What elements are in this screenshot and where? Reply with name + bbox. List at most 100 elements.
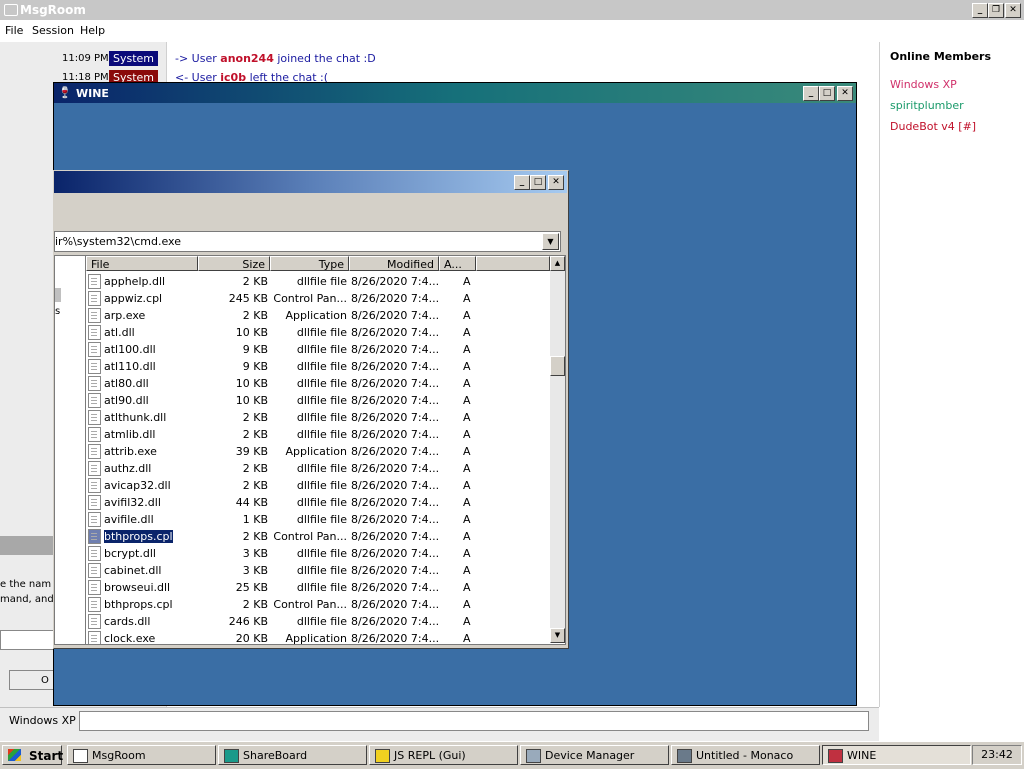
file-row[interactable]: apphelp.dll 2 KB dllfile file 8/26/2020 7:4… [86,273,550,290]
file-modified: 8/26/2020 7:4... [351,598,440,611]
file-modified: 8/26/2020 7:4... [351,547,440,560]
file-row[interactable]: avicap32.dll 2 KB dllfile file 8/26/2020 7:… [86,477,550,494]
members-header: Online Members [890,50,992,63]
file-list[interactable]: File Size Type Modified A... apphelp.dll… [85,255,566,645]
file-row[interactable]: browseui.dll 25 KB dllfile file 8/26/2020 7… [86,579,550,596]
file-modified: 8/26/2020 7:4... [351,564,440,577]
minimize-button[interactable]: _ [972,3,988,18]
start-button[interactable]: Start [2,745,63,765]
file-modified: 8/26/2020 7:4... [351,530,440,543]
system-tag: System [109,51,159,66]
file-name: avicap32.dll [104,479,171,492]
dialog-input[interactable] [0,630,56,650]
taskbar-button[interactable]: JS REPL (Gui) [369,745,518,765]
file-size: 9 KB [242,360,268,373]
member-item[interactable]: Windows XP [890,78,957,91]
taskbar-button[interactable]: Device Manager [520,745,669,765]
file-row[interactable]: cabinet.dll 3 KB dllfile file 8/26/2020 7:4… [86,562,550,579]
file-row[interactable]: atl.dll 10 KB dllfile file 8/26/2020 7:4...… [86,324,550,341]
file-icon [88,427,101,442]
restore-button[interactable]: ❐ [988,3,1004,18]
ok-button[interactable]: O [9,670,54,690]
file-type: Control Pan... [273,292,347,305]
file-row[interactable]: authz.dll 2 KB dllfile file 8/26/2020 7:4..… [86,460,550,477]
wine-maximize-button[interactable]: □ [819,86,835,101]
dialog-text: mand, and [0,594,54,605]
file-type: Application [285,309,347,322]
file-attr: A [463,326,471,339]
dialog-title-bar[interactable] [0,536,54,555]
file-attr: A [463,547,471,560]
file-modified: 8/26/2020 7:4... [351,445,440,458]
dialog-maximize-button[interactable]: □ [530,175,546,190]
column-type[interactable]: Type [270,256,349,271]
file-size: 10 KB [235,377,268,390]
file-name: clock.exe [104,632,156,645]
scroll-thumb[interactable] [550,356,565,376]
chat-username[interactable]: anon244 [220,52,274,65]
column-blank [476,256,550,271]
message-input[interactable] [79,711,869,731]
taskbar-button[interactable]: Untitled - Monaco [671,745,820,765]
file-row[interactable]: atl110.dll 9 KB dllfile file 8/26/2020 7:4.… [86,358,550,375]
file-icon [88,393,101,408]
file-size: 3 KB [242,547,268,560]
menu-bar: File Session Help [0,20,1024,43]
menu-help[interactable]: Help [80,24,105,37]
file-row[interactable]: atlthunk.dll 2 KB dllfile file 8/26/2020 7:… [86,409,550,426]
dialog-minimize-button[interactable]: _ [514,175,530,190]
column-modified[interactable]: Modified [349,256,439,271]
wine-minimize-button[interactable]: _ [803,86,819,101]
menu-session[interactable]: Session [32,24,74,37]
file-type: dllfile file [296,547,347,560]
dialog-title-bar[interactable]: _ □ ✕ [54,171,567,193]
file-row[interactable]: atl100.dll 9 KB dllfile file 8/26/2020 7:4.… [86,341,550,358]
file-row[interactable]: atl80.dll 10 KB dllfile file 8/26/2020 7:4.… [86,375,550,392]
msgroom-title-bar[interactable]: MsgRoom _ ❐ ✕ [0,0,1024,20]
path-combobox[interactable]: ir%\system32\cmd.exe ▼ [54,231,561,252]
file-row[interactable]: atmlib.dll 2 KB dllfile file 8/26/2020 7:4.… [86,426,550,443]
member-item[interactable]: DudeBot v4 [#] [890,120,976,133]
file-attr: A [463,445,471,458]
file-row[interactable]: bthprops.cpl 2 KB Control Pan... 8/26/2020 … [86,528,550,545]
wine-title-bar[interactable]: 🍷 WINE _ □ ✕ [54,83,856,103]
file-row[interactable]: cards.dll 246 KB dllfile file 8/26/2020 7:4… [86,613,550,630]
file-row[interactable]: bcrypt.dll 3 KB dllfile file 8/26/2020 7:4.… [86,545,550,562]
file-row[interactable]: arp.exe 2 KB Application 8/26/2020 7:4... A [86,307,550,324]
file-attr: A [463,632,471,645]
close-button[interactable]: ✕ [1005,3,1021,18]
file-row[interactable]: attrib.exe 39 KB Application 8/26/2020 7:4.… [86,443,550,460]
dialog-close-button[interactable]: ✕ [548,175,564,190]
file-row[interactable]: appwiz.cpl 245 KB Control Pan... 8/26/2020 … [86,290,550,307]
scroll-down-button[interactable]: ▼ [550,628,565,643]
folder-tree-pane[interactable]: s [54,255,86,645]
vertical-scrollbar[interactable]: ▲ ▼ [550,256,565,643]
file-type: dllfile file [296,411,347,424]
column-attributes[interactable]: A... [439,256,476,271]
column-size[interactable]: Size [198,256,270,271]
taskbar-button[interactable]: ShareBoard [218,745,367,765]
taskbar-button[interactable]: MsgRoom [67,745,216,765]
file-type: dllfile file [296,496,347,509]
column-file[interactable]: File [86,256,198,271]
scroll-up-button[interactable]: ▲ [550,256,565,271]
file-icon [88,512,101,527]
chat-icon [4,4,18,16]
menu-file[interactable]: File [5,24,23,37]
file-size: 39 KB [235,445,268,458]
file-row[interactable]: clock.exe 20 KB Application 8/26/2020 7:4..… [86,630,550,645]
file-row[interactable]: atl90.dll 10 KB dllfile file 8/26/2020 7:4.… [86,392,550,409]
taskbar-button[interactable]: WINE [822,745,971,765]
file-row[interactable]: avifile.dll 1 KB dllfile file 8/26/2020 7:4… [86,511,550,528]
chevron-down-icon[interactable]: ▼ [542,233,559,250]
wine-close-button[interactable]: ✕ [837,86,853,101]
file-name: avifil32.dll [104,496,161,509]
file-icon [88,478,101,493]
file-type: Control Pan... [273,530,347,543]
member-item[interactable]: spiritplumber [890,99,964,112]
file-type: dllfile file [296,275,347,288]
file-name: bcrypt.dll [104,547,156,560]
file-modified: 8/26/2020 7:4... [351,632,440,645]
file-row[interactable]: avifil32.dll 44 KB dllfile file 8/26/2020 7… [86,494,550,511]
file-row[interactable]: bthprops.cpl 2 KB Control Pan... 8/26/2020 … [86,596,550,613]
